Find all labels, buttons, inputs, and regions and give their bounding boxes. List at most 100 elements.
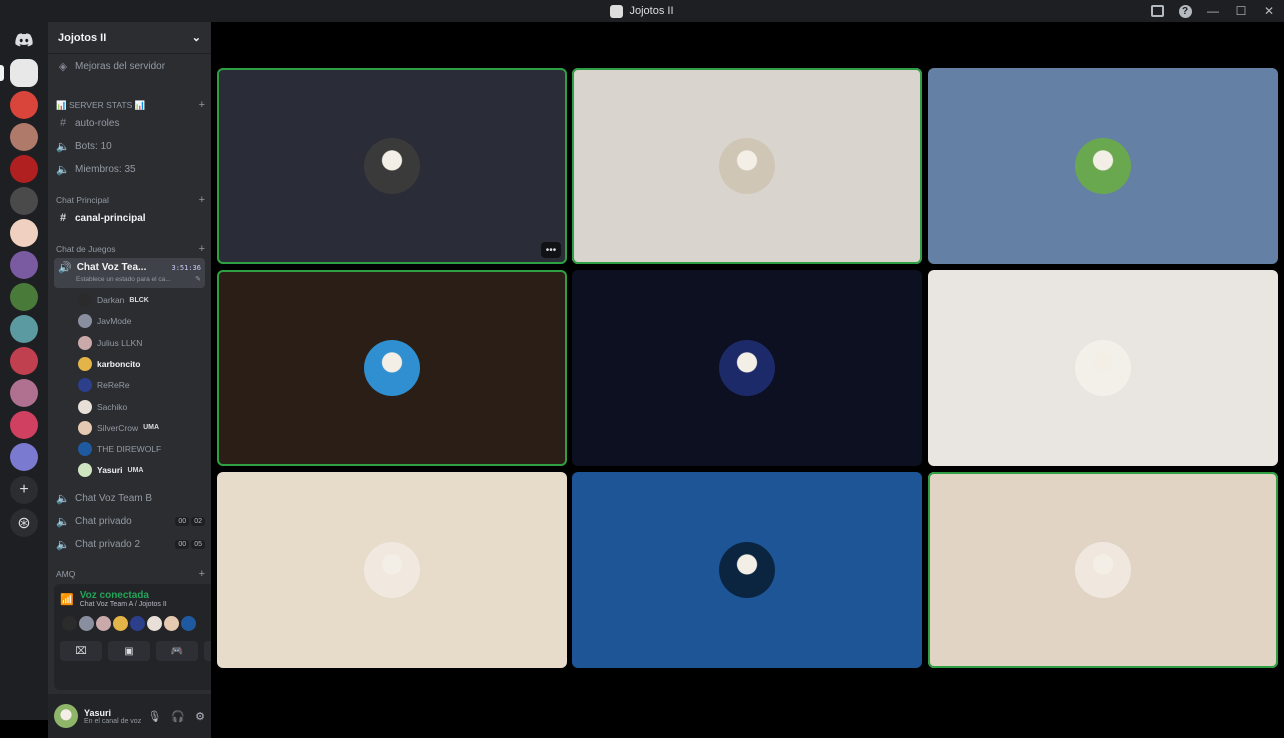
compass-icon: ⊛ — [17, 515, 31, 532]
channel-status[interactable]: Establece un estado para el ca... — [76, 276, 171, 283]
server-icon[interactable] — [10, 123, 38, 151]
server-icon — [610, 4, 624, 18]
avatar[interactable] — [54, 704, 78, 728]
more-options-button[interactable]: ••• — [541, 242, 561, 258]
voice-member[interactable]: karboncito — [78, 356, 141, 371]
add-channel-icon[interactable]: + — [199, 194, 205, 206]
server-icon[interactable] — [10, 347, 38, 375]
guild-tag: UMA — [127, 466, 144, 474]
channel-miembros[interactable]: 🔈 Miembros: 35 — [56, 163, 205, 176]
add-channel-icon[interactable]: + — [199, 568, 205, 580]
server-icon[interactable] — [10, 379, 38, 407]
gamepad-icon: 🎮 — [170, 645, 184, 657]
gear-icon[interactable]: ⚙ — [195, 710, 205, 723]
voice-location[interactable]: Chat Voz Team A / Jojotos II — [80, 601, 167, 608]
server-icon[interactable] — [10, 91, 38, 119]
participant-tile[interactable] — [217, 270, 567, 466]
server-icon[interactable] — [10, 283, 38, 311]
voice-member[interactable]: Darkan BLCK — [78, 293, 149, 307]
voice-member[interactable]: Sachiko — [78, 399, 127, 414]
discord-logo-icon — [15, 33, 33, 47]
username[interactable]: Yasuri — [84, 708, 141, 718]
channel-bots[interactable]: 🔈 Bots: 10 — [56, 140, 205, 153]
voice-stage: ••• — [211, 22, 1284, 720]
voice-member[interactable]: THE DIREWOLF — [78, 442, 161, 457]
avatar — [719, 340, 775, 396]
screen-share-button[interactable]: ▣ — [108, 641, 150, 661]
participant-tile[interactable] — [572, 270, 922, 466]
server-icon[interactable] — [0, 59, 38, 87]
server-header[interactable]: Jojotos II ⌄ — [48, 22, 211, 54]
activities-button[interactable]: 🎮 — [156, 641, 198, 661]
avatar[interactable] — [79, 616, 94, 631]
speaker-icon: 🔊 — [58, 262, 72, 274]
server-name: Jojotos II — [58, 31, 107, 44]
category-chat-principal[interactable]: Chat Principal + — [56, 194, 205, 206]
voice-status[interactable]: Voz conectada — [80, 590, 167, 601]
avatar[interactable] — [96, 616, 111, 631]
camera-button[interactable]: ⌧ — [60, 641, 102, 661]
voice-member[interactable]: Julius LLKN — [78, 335, 142, 350]
explore-servers-button[interactable]: ⊛ — [10, 509, 38, 537]
add-channel-icon[interactable]: + — [199, 243, 205, 255]
participant-tile[interactable] — [928, 68, 1278, 264]
server-list: + ⊛ — [0, 22, 48, 720]
channel-auto-roles[interactable]: # auto-roles — [56, 117, 205, 129]
guild-tag: BLCK — [129, 296, 149, 304]
inbox-icon — [1150, 5, 1164, 17]
channel-chat-privado[interactable]: 🔈 Chat privado 00 02 — [56, 515, 205, 528]
voice-member[interactable]: Yasuri UMA — [78, 463, 144, 478]
member-name: karboncito — [97, 358, 141, 369]
edit-icon[interactable]: ✎ — [195, 275, 201, 283]
help-button[interactable]: ? — [1174, 2, 1196, 20]
channel-voice-team-b[interactable]: 🔈 Chat Voz Team B — [56, 492, 205, 505]
category-chat-de-juegos[interactable]: Chat de Juegos + — [56, 243, 205, 255]
add-channel-icon[interactable]: + — [199, 99, 205, 111]
category-amq[interactable]: AMQ + — [56, 568, 205, 580]
minimize-button[interactable]: — — [1202, 2, 1224, 20]
participant-tile[interactable] — [572, 472, 922, 668]
voice-member[interactable]: SilverCrow UMA — [78, 420, 159, 435]
avatar[interactable] — [113, 616, 128, 631]
close-button[interactable]: ✕ — [1258, 2, 1280, 20]
hashtag-icon: # — [59, 212, 67, 224]
server-boost-link[interactable]: ◈ Mejoras del servidor — [56, 60, 205, 73]
avatar — [1075, 340, 1131, 396]
add-server-button[interactable]: + — [10, 476, 38, 504]
channel-chat-privado-2[interactable]: 🔈 Chat privado 2 00 05 — [56, 538, 205, 551]
participant-tile[interactable] — [572, 68, 922, 264]
avatar[interactable] — [62, 616, 77, 631]
maximize-button[interactable]: ☐ — [1230, 2, 1252, 20]
server-icon[interactable] — [10, 155, 38, 183]
channel-voice-team-a[interactable]: 🔊 Chat Voz Tea... 3:51:36 Establece un e… — [54, 258, 205, 288]
participant-tile[interactable] — [928, 270, 1278, 466]
avatar[interactable] — [181, 616, 196, 631]
avatar — [78, 378, 92, 393]
server-icon[interactable] — [10, 219, 38, 247]
microphone-icon[interactable]: 🎙 — [147, 710, 161, 723]
avatar — [78, 463, 92, 478]
voice-member[interactable]: ReReRe — [78, 378, 130, 393]
home-button[interactable] — [8, 26, 40, 54]
voice-member[interactable]: JavMode — [78, 314, 132, 329]
server-icon[interactable] — [10, 251, 38, 279]
server-icon[interactable] — [10, 411, 38, 439]
participant-tile[interactable]: ••• — [217, 68, 567, 264]
headphones-icon[interactable]: 🎧 — [171, 710, 185, 723]
inbox-button[interactable] — [1146, 2, 1168, 20]
member-name: SilverCrow — [97, 422, 139, 433]
avatar[interactable] — [130, 616, 145, 631]
signal-icon[interactable]: 📶 — [60, 593, 74, 606]
speaker-icon: 🔈 — [56, 141, 70, 153]
participant-tile[interactable] — [217, 472, 567, 668]
server-icon[interactable] — [10, 315, 38, 343]
channel-canal-principal[interactable]: # canal-principal — [56, 212, 205, 224]
avatar — [78, 335, 92, 350]
category-server-stats[interactable]: 📊 SERVER STATS 📊 + — [56, 99, 205, 111]
participant-tile[interactable] — [928, 472, 1278, 668]
avatar[interactable] — [147, 616, 162, 631]
server-icon[interactable] — [10, 187, 38, 215]
title-bar: Jojotos II ? — ☐ ✕ — [0, 0, 1284, 22]
server-icon[interactable] — [10, 443, 38, 471]
avatar[interactable] — [164, 616, 179, 631]
